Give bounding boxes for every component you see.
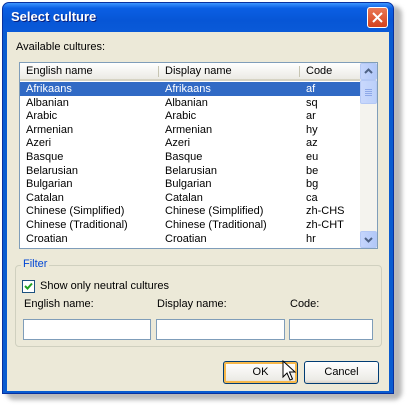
arrow-down-icon	[364, 237, 373, 243]
scroll-up-button[interactable]	[360, 63, 377, 80]
cell-display: Croatian	[165, 232, 207, 245]
mouse-pointer-icon	[282, 360, 296, 381]
code-filter-input[interactable]	[289, 319, 373, 340]
column-display-name[interactable]: Display name	[159, 63, 299, 79]
list-item[interactable]: Chinese (Traditional) Chinese (Traditiona…	[20, 218, 361, 232]
cell-display: Albanian	[165, 96, 208, 109]
cell-display: Arabic	[165, 110, 197, 123]
cell-code: zh-CHS	[306, 205, 345, 218]
cell-code: af	[306, 83, 316, 95]
cell-code: az	[306, 137, 318, 150]
list-item[interactable]: Chinese (Simplified) Chinese (Simplified)…	[20, 204, 361, 218]
list-item[interactable]: Afrikaans Afrikaans af	[20, 82, 361, 96]
cell-english: Catalan	[26, 191, 64, 204]
cell-code: hr	[306, 232, 316, 245]
neutral-cultures-label[interactable]: Show only neutral cultures	[40, 280, 169, 292]
cell-display: Bulgarian	[165, 178, 212, 191]
cell-display: Chinese (Simplified)	[165, 205, 264, 218]
list-item[interactable]: Basque Basque eu	[20, 150, 361, 164]
cell-display: Afrikaans	[165, 83, 211, 95]
available-cultures-label: Available cultures:	[16, 41, 106, 53]
cell-english: Afrikaans	[26, 83, 72, 95]
cultures-list[interactable]: English name Display name Code Afrikaans…	[19, 62, 378, 249]
cell-code: zh-CHT	[306, 219, 344, 231]
cell-code: sq	[306, 96, 318, 109]
arrow-up-icon	[364, 68, 373, 74]
cell-english: Croatian	[26, 232, 68, 245]
scroll-down-button[interactable]	[360, 231, 377, 248]
cell-code: ar	[306, 110, 316, 123]
cell-english: Armenian	[26, 123, 74, 136]
list-item[interactable]: Armenian Armenian hy	[20, 123, 361, 137]
cell-english: Chinese (Traditional)	[26, 219, 128, 231]
vertical-scrollbar[interactable]	[360, 63, 377, 248]
list-item[interactable]: Arabic Arabic ar	[20, 109, 361, 123]
cell-display: Catalan	[165, 191, 203, 204]
column-code[interactable]: Code	[300, 63, 361, 79]
cell-code: hy	[306, 123, 318, 136]
list-item[interactable]: Catalan Catalan ca	[20, 191, 361, 205]
cancel-button[interactable]: Cancel	[304, 361, 379, 384]
title-bar[interactable]: Select culture	[3, 3, 393, 32]
neutral-cultures-checkbox[interactable]	[22, 280, 35, 293]
english-name-filter-label: English name:	[24, 298, 94, 310]
column-english-name[interactable]: English name	[20, 63, 158, 79]
cell-english: Albanian	[26, 96, 69, 109]
close-button[interactable]	[367, 7, 388, 28]
cell-display: Belarusian	[165, 164, 217, 177]
cell-code: bg	[306, 178, 319, 191]
cell-display: Azeri	[165, 137, 191, 150]
list-item[interactable]: Bulgarian Bulgarian bg	[20, 177, 361, 191]
close-icon	[372, 12, 383, 23]
cell-code: be	[306, 164, 319, 177]
cell-display: Basque	[165, 151, 203, 163]
code-filter-label: Code:	[290, 298, 320, 310]
checkmark-icon	[24, 282, 33, 290]
window-title: Select culture	[11, 9, 97, 24]
display-name-filter-label: Display name:	[157, 298, 227, 310]
list-item[interactable]: Albanian Albanian sq	[20, 96, 361, 110]
cell-english: Chinese (Simplified)	[26, 205, 125, 218]
cell-display: Armenian	[165, 123, 213, 136]
list-item[interactable]: Azeri Azeri az	[20, 136, 361, 150]
cell-english: Arabic	[26, 110, 58, 123]
display-name-filter-input[interactable]	[156, 319, 285, 340]
scroll-thumb[interactable]	[360, 80, 377, 104]
dialog-window: Select culture Available cultures: Engli…	[2, 2, 394, 394]
cell-english: Azeri	[26, 137, 52, 150]
dialog-body: Available cultures: English name Display…	[7, 32, 389, 391]
cell-english: Belarusian	[26, 164, 78, 177]
cell-english: Basque	[26, 151, 64, 163]
cell-display: Chinese (Traditional)	[165, 219, 267, 231]
english-name-filter-input[interactable]	[23, 319, 151, 340]
list-header: English name Display name Code	[20, 63, 361, 81]
cell-code: ca	[306, 191, 318, 204]
list-item[interactable]: Croatian Croatian hr	[20, 232, 361, 246]
cell-code: eu	[306, 151, 319, 163]
filter-group-title: Filter	[21, 258, 50, 270]
list-item[interactable]: Belarusian Belarusian be	[20, 164, 361, 178]
cell-english: Bulgarian	[26, 178, 73, 191]
